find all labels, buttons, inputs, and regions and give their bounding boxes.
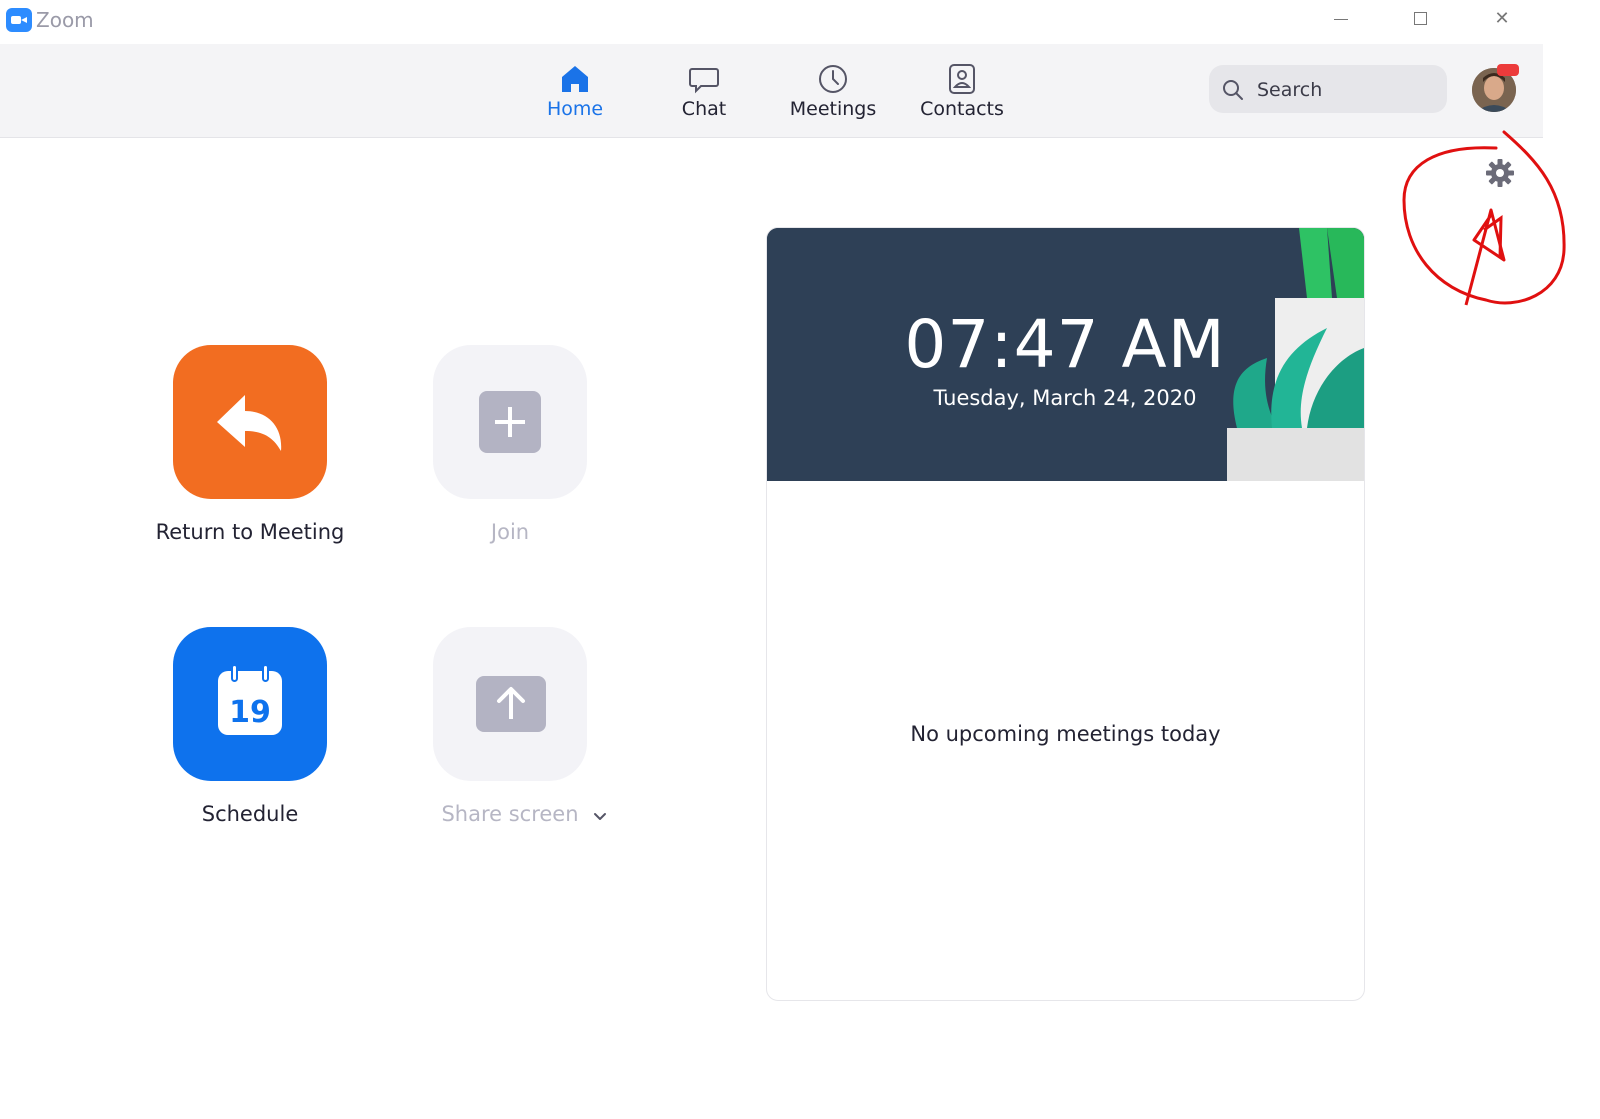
tab-chat[interactable]: Chat xyxy=(649,62,759,126)
close-window-button[interactable]: ✕ xyxy=(1482,4,1522,34)
return-to-meeting-label: Return to Meeting xyxy=(155,520,345,544)
notification-badge xyxy=(1497,64,1519,76)
minimize-button[interactable] xyxy=(1320,4,1360,34)
return-arrow-icon xyxy=(217,395,282,451)
close-icon: ✕ xyxy=(1494,8,1510,29)
settings-gear-icon[interactable] xyxy=(1484,157,1516,189)
upcoming-meetings-panel: 07:47 AM Tuesday, March 24, 2020 No upco… xyxy=(766,227,1365,1001)
clock-banner: 07:47 AM Tuesday, March 24, 2020 xyxy=(767,228,1364,481)
window-title-bar: Zoom ✕ xyxy=(0,0,1600,44)
current-date: Tuesday, March 24, 2020 xyxy=(933,386,1197,410)
search-icon xyxy=(1223,80,1243,100)
tab-home[interactable]: Home xyxy=(520,62,630,126)
main-toolbar: Home Chat Meetings Contacts xyxy=(0,44,1543,138)
clock-icon xyxy=(819,65,847,93)
join-label: Join xyxy=(490,520,530,544)
schedule-button[interactable]: 19 xyxy=(173,627,327,781)
tab-meetings[interactable]: Meetings xyxy=(778,62,888,126)
upload-arrow-icon xyxy=(476,676,546,732)
calendar-icon: 19 xyxy=(218,664,282,735)
chevron-down-icon[interactable] xyxy=(590,806,610,826)
tab-home-label: Home xyxy=(546,98,604,120)
share-screen-label: Share screen xyxy=(441,802,579,826)
tab-contacts-label: Contacts xyxy=(920,98,1004,120)
zoom-logo-icon xyxy=(6,8,32,32)
app-title: Zoom xyxy=(36,8,94,32)
contact-card-icon xyxy=(949,64,975,94)
no-meetings-message: No upcoming meetings today xyxy=(910,722,1221,746)
schedule-label: Schedule xyxy=(201,802,299,826)
plus-icon xyxy=(479,391,541,453)
join-button[interactable] xyxy=(433,345,587,499)
minimize-icon xyxy=(1334,19,1348,20)
search-box[interactable] xyxy=(1209,65,1447,113)
current-time: 07:47 AM xyxy=(904,306,1226,383)
tab-chat-label: Chat xyxy=(681,98,727,120)
maximize-icon xyxy=(1414,12,1427,25)
tab-contacts[interactable]: Contacts xyxy=(907,62,1017,126)
red-hand-drawn-annotation xyxy=(1402,130,1566,306)
tab-meetings-label: Meetings xyxy=(789,98,877,120)
maximize-button[interactable] xyxy=(1400,4,1440,34)
calendar-day-number: 19 xyxy=(229,695,271,730)
chat-bubble-icon xyxy=(689,68,719,94)
return-to-meeting-button[interactable] xyxy=(173,345,327,499)
search-input[interactable] xyxy=(1255,74,1439,106)
share-screen-button[interactable] xyxy=(433,627,587,781)
home-icon xyxy=(562,66,588,92)
